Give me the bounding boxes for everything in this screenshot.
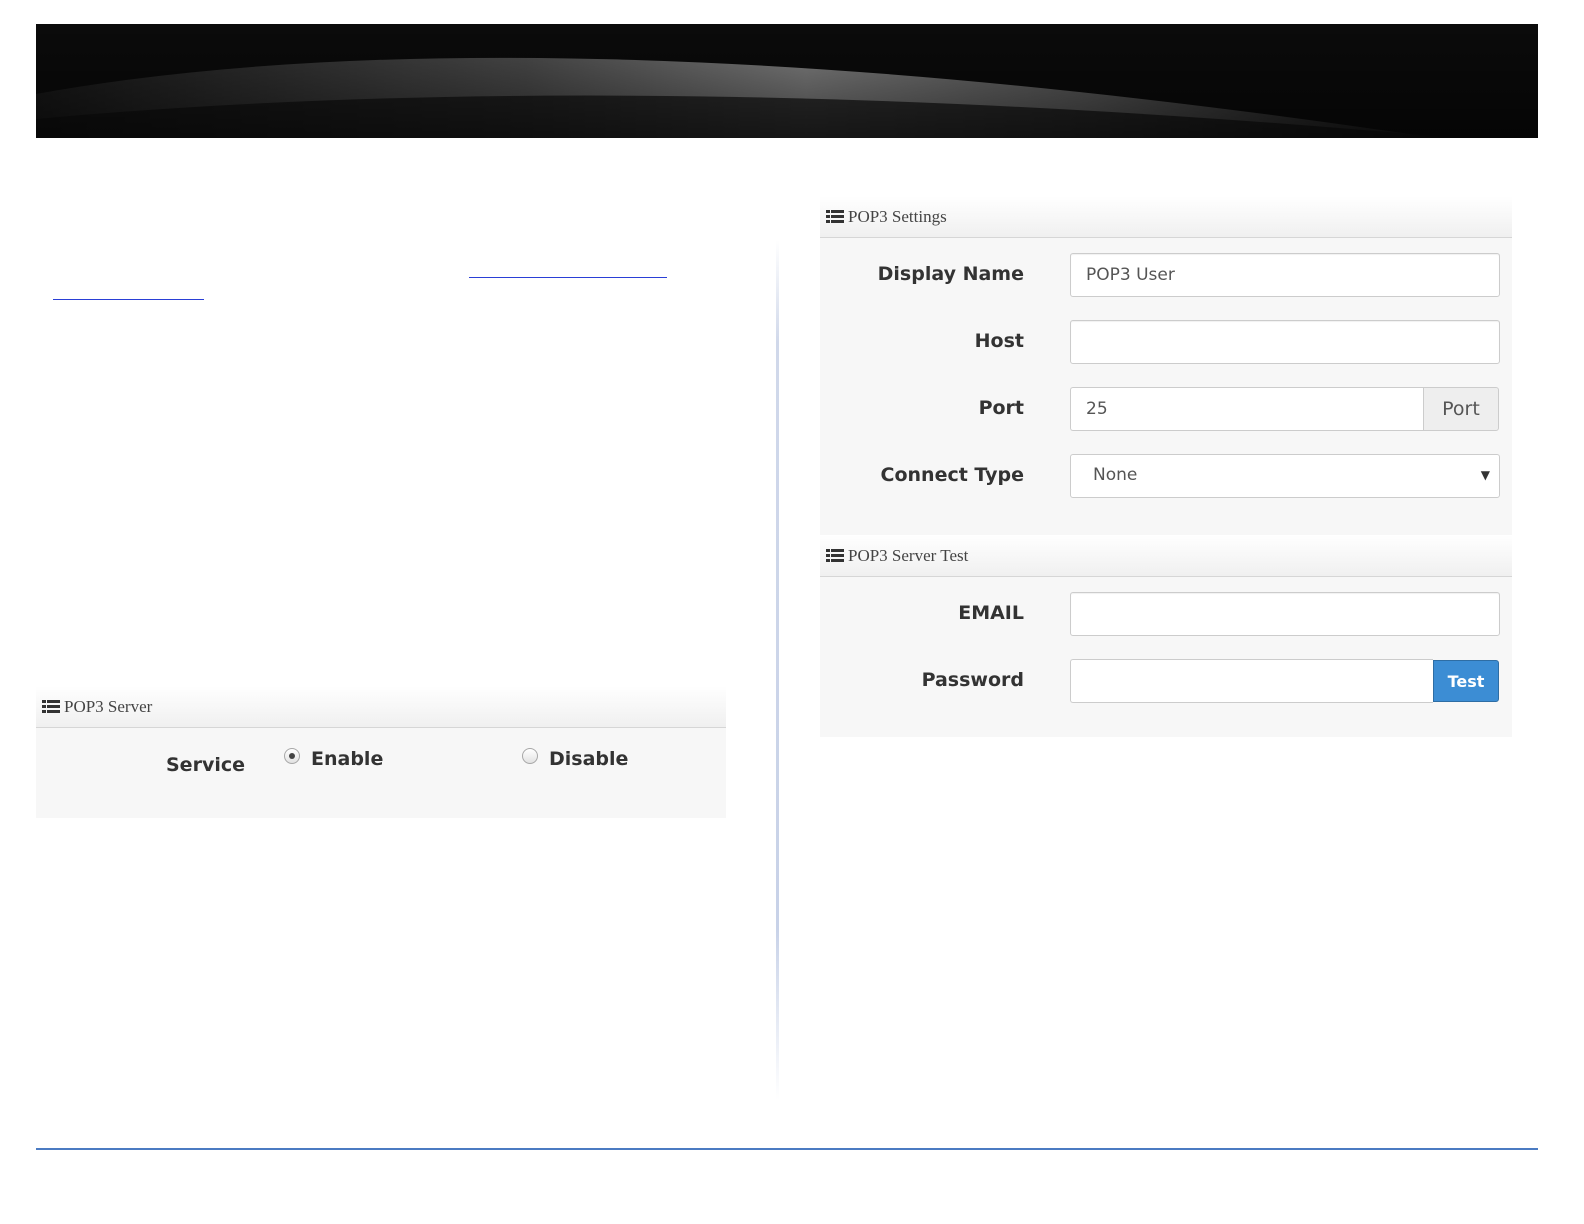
email-input[interactable] [1070, 592, 1500, 636]
service-label: Service [166, 754, 245, 776]
pop3-server-panel: POP3 Server Service Enable Disable [36, 686, 726, 818]
port-addon: Port [1423, 387, 1499, 431]
radio-disable[interactable]: Disable [522, 748, 628, 770]
port-input-group: Port [1070, 387, 1499, 431]
hyperlink-underline[interactable] [53, 299, 204, 300]
email-label: EMAIL [958, 602, 1024, 624]
password-input[interactable] [1070, 659, 1433, 703]
host-row: Host [820, 320, 1512, 366]
display-name-input[interactable] [1070, 253, 1500, 297]
test-button[interactable]: Test [1433, 660, 1499, 702]
display-name-label: Display Name [877, 263, 1024, 285]
panel-header: POP3 Server [36, 686, 726, 728]
port-input[interactable] [1070, 387, 1423, 431]
pop3-settings-panel: POP3 Settings Display Name Host Port Por… [820, 196, 1512, 536]
connect-type-value: None [1093, 465, 1138, 485]
header-banner [36, 24, 1538, 138]
list-icon [826, 210, 844, 223]
list-icon [42, 700, 60, 713]
password-row: Password Test [820, 659, 1512, 705]
panel-header: POP3 Settings [820, 196, 1512, 238]
hyperlink-underline[interactable] [469, 277, 667, 278]
footer-rule [36, 1148, 1538, 1150]
connect-type-label: Connect Type [880, 464, 1024, 486]
panel-title: POP3 Server Test [848, 545, 969, 565]
email-row: EMAIL [820, 592, 1512, 638]
panel-title: POP3 Settings [848, 206, 947, 226]
connect-type-row: Connect Type None ▼ [820, 454, 1512, 500]
radio-enable[interactable]: Enable [284, 748, 383, 770]
list-icon [826, 549, 844, 562]
password-input-group: Test [1070, 659, 1499, 703]
connect-type-select[interactable]: None ▼ [1070, 454, 1500, 498]
host-input[interactable] [1070, 320, 1500, 364]
radio-label-enable: Enable [311, 748, 384, 770]
radio-button-unchecked[interactable] [522, 748, 538, 764]
radio-button-checked[interactable] [284, 748, 300, 764]
port-label: Port [978, 397, 1024, 419]
column-divider [776, 240, 779, 1100]
pop3-server-test-panel: POP3 Server Test EMAIL Password Test [820, 535, 1512, 737]
password-label: Password [921, 669, 1024, 691]
display-name-row: Display Name [820, 253, 1512, 299]
panel-title: POP3 Server [64, 696, 153, 716]
chevron-down-icon: ▼ [1480, 468, 1490, 482]
port-row: Port Port [820, 387, 1512, 433]
host-label: Host [974, 330, 1024, 352]
panel-header: POP3 Server Test [820, 535, 1512, 577]
radio-label-disable: Disable [549, 748, 629, 770]
